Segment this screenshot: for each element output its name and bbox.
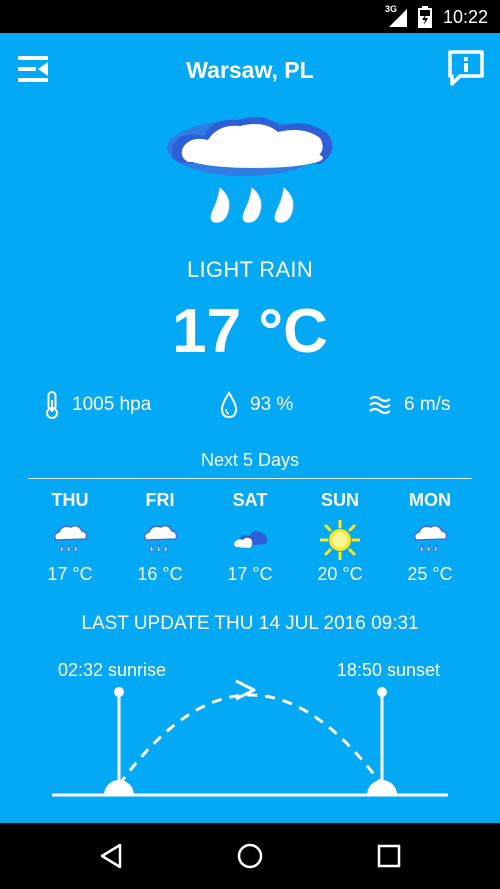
rain-icon (143, 524, 178, 552)
forecast-day-sat[interactable]: SAT 17 °C (205, 488, 295, 588)
status-bar: 3G 10:22 (0, 0, 500, 33)
weather-description: LIGHT RAIN (186, 257, 314, 282)
home-button[interactable] (236, 842, 264, 870)
water-drop-icon (220, 391, 238, 419)
day-name: MON (409, 490, 451, 510)
battery-icon (418, 6, 432, 28)
forecast-divider (28, 478, 472, 479)
day-temp: 17 °C (227, 564, 273, 584)
pressure-stat: 1005 hpa (42, 390, 151, 420)
forecast-list: THU 17 °C FRI 16 °C SAT 17 °C SUN 20 °C … (25, 488, 475, 588)
clock: 10:22 (442, 7, 488, 27)
day-name: THU (51, 490, 89, 510)
rain-icon (413, 524, 448, 552)
cloud-rain-icon (167, 117, 333, 223)
sun-icon (320, 520, 360, 560)
humidity-value: 93 % (250, 394, 294, 415)
cloudy-icon (234, 531, 268, 548)
day-temp: 25 °C (407, 564, 453, 584)
pressure-value: 1005 hpa (72, 394, 152, 415)
day-name: SUN (320, 490, 359, 510)
wind-icon (369, 395, 391, 415)
sun-arc-graphic (52, 679, 448, 797)
forecast-day-sun[interactable]: SUN 20 °C (295, 488, 385, 588)
recents-button[interactable] (376, 843, 402, 869)
day-name: SAT (232, 490, 268, 510)
navigation-bar (0, 823, 500, 889)
day-temp: 20 °C (317, 564, 363, 584)
forecast-title: Next 5 Days (200, 450, 300, 470)
forecast-day-mon[interactable]: MON 25 °C (385, 488, 475, 588)
info-icon (448, 50, 484, 86)
signal-icon (389, 9, 407, 27)
day-temp: 16 °C (137, 564, 183, 584)
current-temperature: 17 °C (172, 297, 328, 366)
weather-stats: 1005 hpa 93 % 6 m/s (0, 390, 500, 420)
sun-path-panel: 02:32 sunrise 18:50 sunset (0, 655, 500, 815)
day-name: FRI (145, 490, 175, 510)
back-button[interactable] (98, 843, 124, 869)
wind-stat: 6 m/s (368, 390, 450, 420)
rain-icon (53, 524, 88, 552)
forecast-day-fri[interactable]: FRI 16 °C (115, 488, 205, 588)
city-title: Warsaw, PL (186, 57, 314, 83)
app-bar: Warsaw, PL (0, 33, 500, 105)
wind-value: 6 m/s (404, 394, 451, 415)
humidity-stat: 93 % (218, 390, 293, 420)
info-button[interactable] (446, 48, 486, 88)
thermometer-icon (46, 391, 58, 419)
forecast-day-thu[interactable]: THU 17 °C (25, 488, 115, 588)
day-temp: 17 °C (47, 564, 93, 584)
last-update: LAST UPDATE THU 14 JUL 2016 09:31 (81, 613, 419, 634)
